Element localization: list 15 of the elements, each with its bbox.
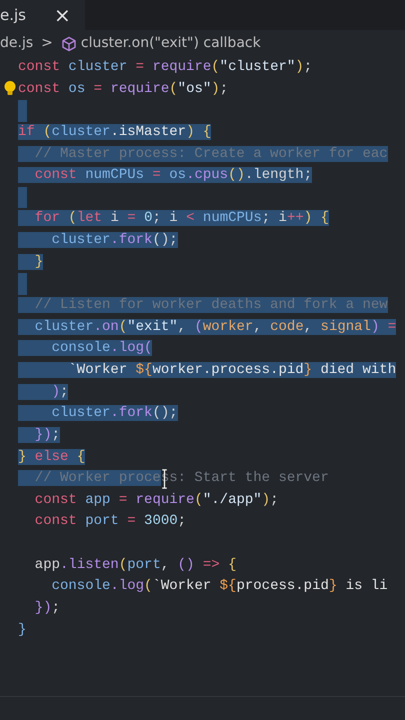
cube-icon bbox=[60, 36, 77, 52]
lightbulb-icon[interactable] bbox=[4, 81, 16, 95]
close-button[interactable]: × bbox=[54, 5, 71, 25]
code-line: const app = require("./app"); bbox=[34, 490, 278, 510]
code-line: }); bbox=[34, 599, 60, 618]
breadcrumb-item[interactable]: cluster.on("exit") callback bbox=[80, 33, 261, 54]
breadcrumb-separator: > bbox=[41, 34, 53, 53]
breadcrumb-item[interactable]: de.js bbox=[0, 33, 34, 54]
code-line: app.listen(port, () => { bbox=[34, 556, 236, 575]
code-line: const port = 3000; bbox=[34, 512, 186, 532]
code-line: } bbox=[18, 620, 26, 640]
editor-tab[interactable]: e.js × bbox=[0, 0, 85, 30]
code-line: const cluster = require("cluster"); bbox=[18, 58, 312, 77]
code-line: const os = require("os"); bbox=[18, 80, 228, 99]
code-line: console.log(`Worker ${process.pid} is li bbox=[50, 577, 388, 596]
